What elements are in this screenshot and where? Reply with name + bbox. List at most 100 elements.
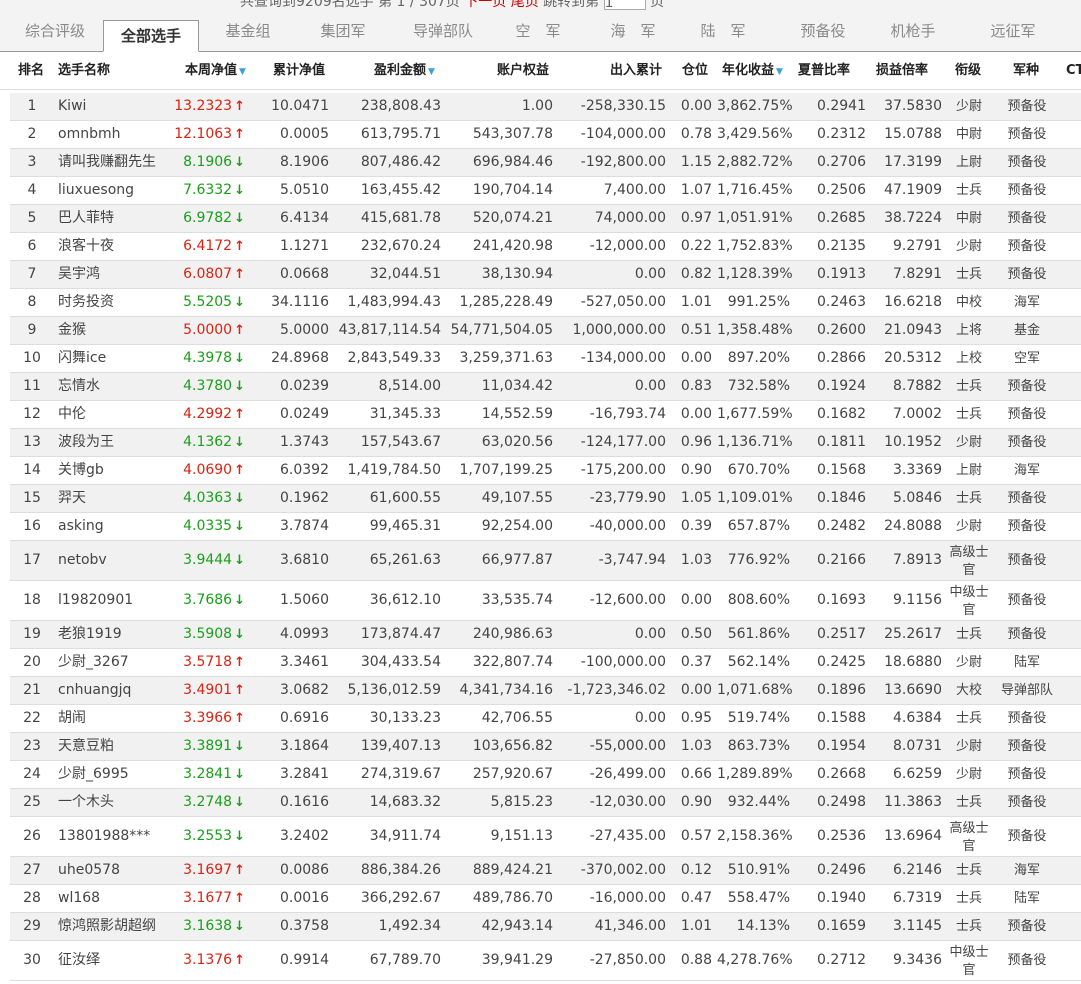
- table-row[interactable]: 16 asking 4.0335 ↓ 3.7874 99,465.31 92,254.00-…: [10, 513, 1081, 541]
- table-row[interactable]: 15 羿天 4.0363 ↓ 0.1962 61,600.55 49,107.55 -23,7…: [10, 485, 1081, 513]
- tab-2[interactable]: 基金组: [205, 10, 291, 52]
- table-row[interactable]: 26 13801988*** 3.2553 ↓ 3.2402 34,911.74 9,151…: [10, 817, 1081, 857]
- player-name[interactable]: 羿天: [58, 485, 178, 512]
- profit-loss-ratio: 8.0731: [893, 738, 942, 754]
- nav-value: 3.7686: [183, 592, 233, 608]
- tab-4[interactable]: 导弹部队: [395, 10, 491, 52]
- tab-7[interactable]: 陆 军: [680, 10, 766, 52]
- table-row[interactable]: 27 uhe0578 3.1697 ↑ 0.0086 886,384.26 889,424.…: [10, 857, 1081, 885]
- sort-desc-icon[interactable]: ▼: [239, 67, 246, 77]
- player-name[interactable]: asking: [58, 513, 178, 540]
- table-row[interactable]: 30 征汝绎 3.1376 ↑ 0.9914 67,789.70 39,941.29 -27,…: [10, 941, 1081, 981]
- table-row[interactable]: 13 波段为王 4.1362 ↓ 1.3743 157,543.67 63,020.56 -1…: [10, 429, 1081, 457]
- service-branch: 海军: [1013, 863, 1040, 878]
- last-page-link[interactable]: 尾页: [511, 0, 539, 10]
- table-row[interactable]: 6 浪客十夜 6.4172 ↑ 1.1271 232,670.24 241,420.98 -1…: [10, 233, 1081, 261]
- table-row[interactable]: 23 天意豆粕 3.3891 ↓ 3.1864 139,407.13 103,656.82-…: [10, 733, 1081, 761]
- sort-desc-icon[interactable]: ▼: [776, 67, 783, 77]
- player-name[interactable]: 惊鸿照影胡超纲: [58, 913, 178, 940]
- column-header-profit[interactable]: 盈利金额 ▼: [374, 52, 435, 90]
- player-name[interactable]: uhe0578: [58, 857, 178, 884]
- tab-6[interactable]: 海 军: [590, 10, 676, 52]
- player-name[interactable]: 金猴: [58, 317, 178, 344]
- player-name[interactable]: 13801988***: [58, 817, 178, 856]
- tab-1[interactable]: 全部选手: [103, 20, 199, 52]
- next-page-link[interactable]: 下一页: [464, 0, 506, 10]
- player-name[interactable]: 老狼1919: [58, 621, 178, 648]
- cumulative-nav: 0.0005: [280, 126, 329, 142]
- player-name[interactable]: 忘情水: [58, 373, 178, 400]
- table-row[interactable]: 8 时务投资 5.5205 ↓ 34.1116 1,483,994.43 1,285,228…: [10, 289, 1081, 317]
- player-name[interactable]: 浪客十夜: [58, 233, 178, 260]
- player-name[interactable]: omnbmh: [58, 121, 178, 148]
- tab-9[interactable]: 机枪手: [870, 10, 956, 52]
- tab-8[interactable]: 预备役: [775, 10, 871, 52]
- table-row[interactable]: 29 惊鸿照影胡超纲 3.1638 ↓ 0.3758 1,492.34 42,943.14 4…: [10, 913, 1081, 941]
- player-name[interactable]: 胡闹: [58, 705, 178, 732]
- tab-0[interactable]: 综合评级: [10, 10, 100, 52]
- account-equity: 322,807.74: [472, 654, 553, 670]
- table-row[interactable]: 20 少尉_3267 3.5718 ↑ 3.3461 304,433.54 322,807.…: [10, 649, 1081, 677]
- player-name[interactable]: cnhuangjq: [58, 677, 178, 704]
- table-row[interactable]: 1 Kiwi 13.2323 ↑ 10.0471 238,808.43 1.00 -258,3…: [10, 93, 1081, 121]
- table-row[interactable]: 25 一个木头 3.2748 ↓ 0.1616 14,683.32 5,815.23 -12,…: [10, 789, 1081, 817]
- player-name[interactable]: 闪舞ice: [58, 345, 178, 372]
- table-row[interactable]: 17 netobv 3.9444 ↓ 3.6810 65,261.63 66,977.87-…: [10, 541, 1081, 581]
- rank-cell: 18: [23, 592, 41, 608]
- player-name[interactable]: netobv: [58, 541, 178, 580]
- player-name[interactable]: 波段为王: [58, 429, 178, 456]
- table-row[interactable]: 11 忘情水 4.3780 ↓ 0.0239 8,514.00 11,034.42 0.00 0…: [10, 373, 1081, 401]
- sort-desc-icon[interactable]: ▼: [428, 67, 435, 77]
- table-row[interactable]: 2 omnbmh 12.1063 ↑ 0.0005 613,795.71 543,307.7…: [10, 121, 1081, 149]
- tab-10[interactable]: 远征军: [965, 10, 1061, 52]
- goto-page-input[interactable]: 1: [603, 0, 646, 10]
- table-row[interactable]: 3 请叫我赚翻先生 8.1906 ↓ 8.1906 807,486.42 696,984.4…: [10, 149, 1081, 177]
- military-rank: 士兵: [955, 795, 982, 810]
- table-row[interactable]: 21 cnhuangjq 3.4901 ↑ 3.0682 5,136,012.59 4,34…: [10, 677, 1081, 705]
- player-name[interactable]: 时务投资: [58, 289, 178, 316]
- player-name[interactable]: 请叫我赚翻先生: [58, 149, 178, 176]
- tab-5[interactable]: 空 军: [495, 10, 581, 52]
- table-row[interactable]: 4 liuxuesong 7.6332 ↓ 5.0510 163,455.42 190,70…: [10, 177, 1081, 205]
- account-equity: 11,034.42: [481, 378, 553, 394]
- player-name[interactable]: 吴宇鸿: [58, 261, 178, 288]
- player-name[interactable]: wl168: [58, 885, 178, 912]
- sharpe-ratio: 0.1659: [817, 918, 866, 934]
- cash-flow: 0.00: [634, 710, 666, 726]
- tab-3[interactable]: 集团军: [295, 10, 391, 52]
- rank-cell: 16: [23, 518, 41, 534]
- position-ratio: 0.22: [680, 238, 712, 254]
- player-name[interactable]: 巴人菲特: [58, 205, 178, 232]
- table-row[interactable]: 7 吴宇鸿 6.0807 ↑ 0.0668 32,044.51 38,130.94 0.00 0…: [10, 261, 1081, 289]
- table-row[interactable]: 9 金猴 5.0000 ↑ 5.0000 43,817,114.54 54,771,504.…: [10, 317, 1081, 345]
- cumulative-nav: 5.0000: [280, 322, 329, 338]
- player-name[interactable]: l19820901: [58, 581, 178, 620]
- nav-value: 4.0690: [183, 462, 233, 478]
- player-name[interactable]: 少尉_3267: [58, 649, 178, 676]
- player-name[interactable]: liuxuesong: [58, 177, 178, 204]
- column-header-flow: 出入累计: [610, 52, 662, 90]
- player-name[interactable]: 征汝绎: [58, 941, 178, 980]
- table-row[interactable]: 24 少尉_6995 3.2841 ↓ 3.2841 274,319.67 257,920.…: [10, 761, 1081, 789]
- table-row[interactable]: 5 巴人菲特 6.9782 ↓ 6.4134 415,681.78 520,074.21 74…: [10, 205, 1081, 233]
- cumulative-nav: 0.6916: [280, 710, 329, 726]
- player-name[interactable]: 少尉_6995: [58, 761, 178, 788]
- table-row[interactable]: 10 闪舞ice 4.3978 ↓ 24.8968 2,843,549.33 3,259,3…: [10, 345, 1081, 373]
- arrow-down-icon: ↓: [234, 295, 245, 310]
- column-header-nav[interactable]: 本周净值 ▼: [185, 52, 246, 90]
- table-row[interactable]: 12 中伦 4.2992 ↑ 0.0249 31,345.33 14,552.59 -16,7…: [10, 401, 1081, 429]
- table-row[interactable]: 19 老狼1919 3.5908 ↓ 4.0993 173,874.47 240,986.6…: [10, 621, 1081, 649]
- player-name[interactable]: 一个木头: [58, 789, 178, 816]
- player-name[interactable]: Kiwi: [58, 93, 178, 120]
- table-row[interactable]: 14 关博gb 4.0690 ↑ 6.0392 1,419,784.50 1,707,199…: [10, 457, 1081, 485]
- table-row[interactable]: 28 wl168 3.1677 ↑ 0.0016 366,292.67 489,786.70…: [10, 885, 1081, 913]
- column-header-annual[interactable]: 年化收益 ▼: [722, 52, 783, 90]
- player-name[interactable]: 关博gb: [58, 457, 178, 484]
- player-name[interactable]: 中伦: [58, 401, 178, 428]
- position-ratio: 1.05: [680, 490, 712, 506]
- weekly-nav: 3.5908 ↓: [170, 621, 245, 648]
- profit-amount: 886,384.26: [360, 862, 441, 878]
- table-row[interactable]: 18 l19820901 3.7686 ↓ 1.5060 36,612.10 33,535.…: [10, 581, 1081, 621]
- player-name[interactable]: 天意豆粕: [58, 733, 178, 760]
- table-row[interactable]: 22 胡闹 3.3966 ↑ 0.6916 30,133.23 42,706.55 0.00 0…: [10, 705, 1081, 733]
